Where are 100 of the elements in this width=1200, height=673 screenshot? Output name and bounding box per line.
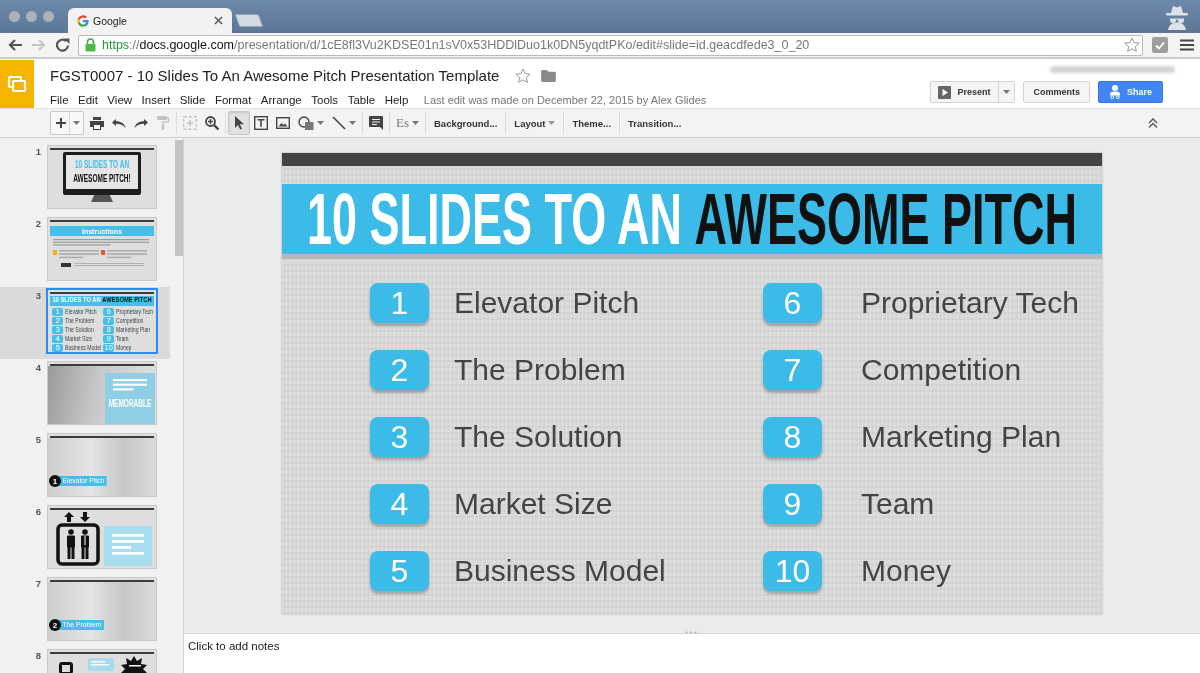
item-label: Proprietary Tech [116, 308, 154, 316]
caret-icon [548, 121, 556, 125]
frame-icon [183, 116, 197, 130]
thumbnail-title-line: 10 SLIDES TO AN [74, 159, 130, 172]
toolbar-button[interactable]: Theme... [566, 111, 618, 135]
toolbar-button[interactable]: Layout [508, 111, 562, 135]
address-bar[interactable]: https://docs.google.com/presentation/d/1cE8fl3Vu2KDSE01n1sV0x53HDDlDuo1k0DN5yqdtPKo/edit#slide=id.geacdfede3_0_20 [78, 34, 1143, 56]
number-badge: 1 [52, 308, 63, 316]
caret-icon [73, 121, 80, 125]
number-badge: 3 [52, 326, 63, 334]
menu-icon[interactable] [1180, 39, 1194, 51]
slide-number: 5 [34, 433, 41, 445]
slide-number: 6 [34, 505, 41, 517]
menu-item[interactable]: View [107, 94, 133, 106]
printer-icon [90, 116, 104, 130]
slide-thumbnail[interactable]: 10 SLIDES TO AN AWESOME PITCH 1 Elevator Pitch 2 The Problem 3 The Solution 4 Market Size 5 Business Model 6 Proprietary Tech 7 Competition 8 Marketing Plan 9 Team 10 Money [47, 289, 157, 353]
number-badge: 5 [370, 551, 429, 591]
input-tools-button[interactable]: Es [392, 111, 423, 135]
last-edit-link[interactable]: Last edit was made on December 22, 2015 by Alex Glides [423, 94, 707, 106]
shapes-icon [298, 116, 314, 130]
number-badge: 9 [763, 484, 822, 524]
menu-item[interactable]: Slide [179, 94, 206, 106]
number-badge: 7 [103, 317, 114, 325]
line-icon [332, 116, 346, 130]
toolbar-button[interactable]: Background... [428, 111, 504, 135]
collapse-icon[interactable] [1148, 118, 1158, 128]
person-icon [1109, 85, 1121, 99]
agenda-item-label: Business Model [454, 554, 666, 588]
share-button[interactable]: Share [1098, 81, 1163, 103]
menu-item[interactable]: Arrange [260, 94, 302, 106]
agenda-item-label: Proprietary Tech [861, 286, 1079, 320]
menu-item[interactable]: Help [384, 94, 409, 106]
select-button[interactable] [228, 111, 250, 135]
slide-thumbnail[interactable]: 2 The Problem [47, 577, 157, 641]
new-tab-button[interactable] [234, 14, 264, 27]
caret-icon [412, 121, 419, 125]
notes-field[interactable]: Click to add notes [188, 640, 1200, 652]
menu-item[interactable]: Tools [311, 94, 339, 106]
folder-icon[interactable] [541, 69, 557, 82]
filmstrip-item[interactable]: 8 [0, 647, 170, 673]
item-label: The Solution [65, 326, 94, 334]
star-icon[interactable] [1124, 37, 1140, 53]
star-icon[interactable] [515, 67, 532, 84]
filmstrip-item[interactable]: 4 MEMORABLE [0, 359, 170, 431]
slide-thumbnail[interactable] [47, 649, 157, 673]
item-label: Market Size [65, 335, 93, 343]
scrollbar-thumb[interactable] [175, 140, 183, 256]
number-badge: 10 [103, 344, 114, 352]
present-options-button[interactable] [999, 81, 1016, 103]
menu-item[interactable]: Edit [78, 94, 98, 106]
filmstrip-item[interactable]: 5 1 Elevator Pitch [0, 431, 170, 503]
number-badge: 3 [370, 417, 429, 457]
filmstrip-item[interactable]: 6 [0, 503, 170, 575]
number-badge: 6 [763, 283, 822, 323]
quote-heading: MEMORABLE [108, 398, 152, 411]
filmstrip-item[interactable]: 3 10 SLIDES TO AN AWESOME PITCH 1 Elevator Pitch 2 The Problem 3 The Solution 4 Market Size 5 Business Model 6 Proprietary Tech 7 Competition 8 Marketing Plan 9 Team 10 Money [0, 287, 170, 359]
present-button[interactable]: Present [930, 81, 1000, 103]
menu-item[interactable]: Format [214, 94, 252, 106]
comments-button[interactable]: Comments [1023, 81, 1090, 103]
caption-label: The Problem [59, 620, 104, 630]
checkmark-square-icon[interactable] [1152, 37, 1168, 53]
number-badge: 5 [52, 344, 63, 352]
number-badge: 8 [103, 326, 114, 334]
play-icon [938, 85, 952, 99]
slide-thumbnail[interactable] [47, 505, 157, 569]
menu-item[interactable]: Table [347, 94, 376, 106]
document-title[interactable]: FGST0007 - 10 Slides To An Awesome Pitch Presentation Template [50, 67, 500, 84]
slide-number: 4 [34, 361, 41, 373]
agenda-item-label: Money [861, 554, 952, 588]
agenda-item-label: Competition [861, 353, 1022, 387]
resize-handle-icon[interactable] [685, 631, 697, 634]
image-icon [276, 117, 290, 129]
close-icon[interactable] [214, 16, 223, 25]
toolbar-button[interactable]: Transition... [622, 111, 688, 135]
item-label: Money [116, 344, 132, 352]
text-lines-drawing [113, 379, 147, 393]
item-label: Elevator Pitch [65, 308, 97, 316]
number-badge: 2 [52, 317, 63, 325]
slide-canvas[interactable]: 10 SLIDES TO AN AWESOME PITCH 1 Elevator Pitch 2 The Problem 3 The Solution 4 Market Size 5 Business Model 6 Proprietary Tech 7 Competition 8 Marketing Plan 9 Team 10 Money [282, 153, 1102, 614]
filmstrip-item[interactable]: 7 2 The Problem [0, 575, 170, 647]
agenda-item-label: Market Size [454, 487, 613, 521]
back-arrow-icon[interactable] [7, 38, 23, 52]
filmstrip-item[interactable]: 1 10 SLIDES TO AN AWESOME PITCH! [0, 143, 170, 215]
menu-item[interactable]: File [50, 94, 69, 106]
cursor-icon [234, 116, 244, 130]
agenda-item-label: Elevator Pitch [454, 286, 640, 320]
g-logo-icon [77, 14, 89, 27]
slide-thumbnail[interactable]: 10 SLIDES TO AN AWESOME PITCH! [47, 145, 157, 209]
slide-thumbnail[interactable]: 1 Elevator Pitch [47, 433, 157, 497]
menu-item[interactable]: Insert [141, 94, 171, 106]
browser-tab[interactable]: Google [68, 8, 232, 33]
text-lines-drawing [107, 250, 147, 260]
text-lines-drawing [112, 534, 144, 558]
new-slide-button[interactable] [50, 111, 84, 135]
item-label: Competition [116, 317, 144, 325]
number-badge: 9 [103, 335, 114, 343]
number-badge: 8 [763, 417, 822, 457]
hat-figure-icon [1164, 3, 1190, 30]
slide-number: 2 [34, 217, 41, 229]
reload-icon[interactable] [55, 38, 71, 52]
